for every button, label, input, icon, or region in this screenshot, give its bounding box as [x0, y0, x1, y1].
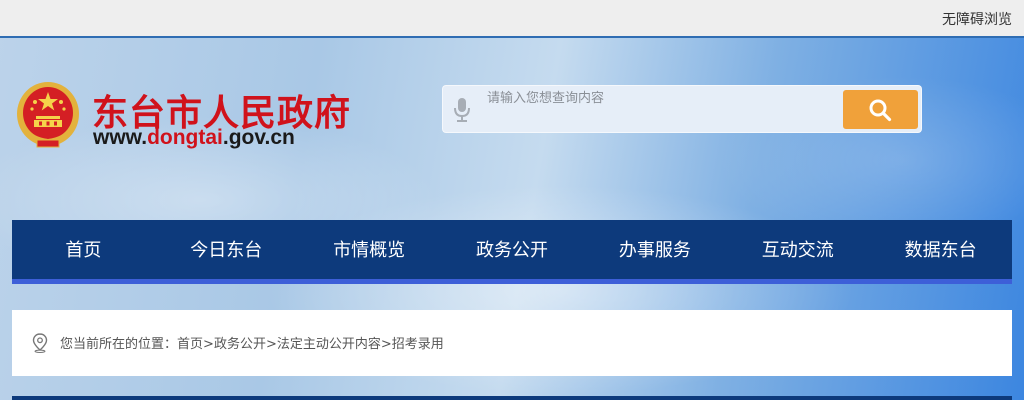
- breadcrumb-item-recruitment[interactable]: 招考录用: [392, 337, 444, 352]
- site-url-suffix: .gov.cn: [222, 126, 295, 149]
- breadcrumb-item-government-affairs[interactable]: 政务公开: [214, 337, 266, 352]
- accessibility-link[interactable]: 无障碍浏览: [942, 9, 1012, 29]
- nav-item-city-overview[interactable]: 市情概览: [298, 220, 441, 279]
- search-icon: [869, 99, 892, 122]
- search-button[interactable]: [843, 90, 918, 129]
- microphone-icon[interactable]: [453, 96, 471, 124]
- nav-item-government-affairs[interactable]: 政务公开: [441, 220, 584, 279]
- content-header-strip: [12, 396, 1012, 400]
- site-url: www.dongtai.gov.cn: [93, 126, 295, 150]
- top-bar: 无障碍浏览: [0, 0, 1024, 38]
- breadcrumb-prefix: 您当前所在的位置：: [60, 337, 178, 352]
- search-box: [442, 85, 922, 133]
- nav-item-data-dongtai[interactable]: 数据东台: [869, 220, 1012, 279]
- search-input[interactable]: [487, 88, 877, 108]
- site-url-prefix: www.: [93, 126, 148, 149]
- national-emblem-icon: [17, 82, 79, 148]
- site-url-highlight: dongtai: [147, 126, 223, 149]
- nav-item-today-dongtai[interactable]: 今日东台: [155, 220, 298, 279]
- nav-item-services[interactable]: 办事服务: [583, 220, 726, 279]
- nav-item-interaction[interactable]: 互动交流: [726, 220, 869, 279]
- main-nav: 首页 今日东台 市情概览 政务公开 办事服务 互动交流 数据东台: [12, 220, 1012, 284]
- nav-item-home[interactable]: 首页: [12, 220, 155, 279]
- location-pin-icon: [32, 333, 48, 353]
- breadcrumb-item-statutory-disclosure[interactable]: 法定主动公开内容: [277, 337, 381, 352]
- breadcrumb-panel: 您当前所在的位置：首页>政务公开>法定主动公开内容>招考录用: [12, 310, 1012, 376]
- breadcrumb-separator: >: [380, 337, 392, 352]
- breadcrumb-item-home[interactable]: 首页: [177, 337, 203, 352]
- breadcrumb-separator: >: [203, 337, 214, 352]
- breadcrumb-separator: >: [265, 337, 277, 352]
- breadcrumb: 您当前所在的位置：首页>政务公开>法定主动公开内容>招考录用: [60, 333, 444, 352]
